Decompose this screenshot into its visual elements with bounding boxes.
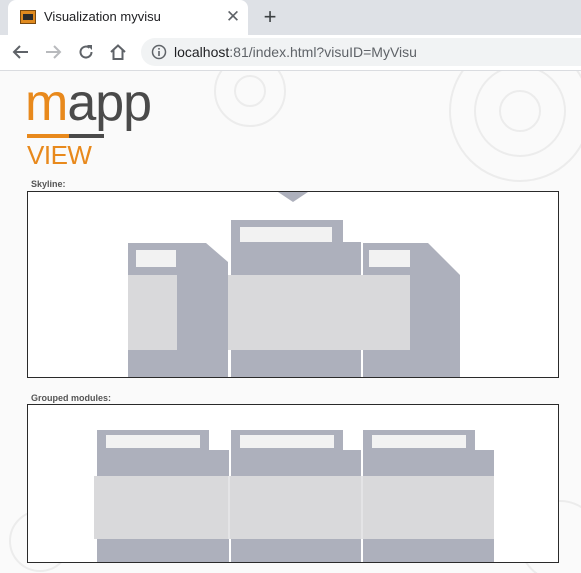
address-bar[interactable]: localhost:81/index.html?visuID=MyVisu <box>141 38 581 66</box>
skyline-overlay-center <box>228 275 410 350</box>
tab-strip: Visualization myvisu ✕ + <box>0 0 581 35</box>
close-icon[interactable]: ✕ <box>224 7 242 27</box>
url-host: localhost <box>174 44 230 60</box>
page-content: mapp VIEW Skyline: Grouped modules: <box>0 71 581 573</box>
skyline-module-center-slot <box>240 227 332 242</box>
browser-toolbar: localhost:81/index.html?visuID=MyVisu <box>0 35 581 71</box>
logo-view: VIEW <box>27 140 92 170</box>
grouped-modules-label: Grouped modules: <box>31 393 112 403</box>
logo-underline-gray <box>69 134 104 138</box>
url-path: :81/index.html?visuID=MyVisu <box>229 44 417 60</box>
skyline-panel <box>27 191 559 378</box>
info-icon[interactable] <box>151 44 167 60</box>
skyline-label: Skyline: <box>31 179 66 189</box>
skyline-overlay-left <box>128 275 177 350</box>
back-arrow-icon <box>12 45 28 59</box>
tab-title: Visualization myvisu <box>44 9 161 24</box>
url-text[interactable]: localhost:81/index.html?visuID=MyVisu <box>174 44 417 60</box>
skyline-drawing <box>128 192 460 377</box>
forward-button[interactable] <box>40 39 66 65</box>
reload-icon <box>79 45 93 59</box>
logo-m: m <box>25 74 68 132</box>
home-button[interactable] <box>105 39 131 65</box>
grouped-modules-overlay <box>94 476 494 539</box>
skyline-module-right-slot <box>369 250 410 267</box>
back-button[interactable] <box>8 39 34 65</box>
plus-icon[interactable]: + <box>259 5 281 29</box>
favicon-icon <box>20 10 36 24</box>
skyline-top-marker <box>278 192 308 202</box>
grouped-modules-drawing <box>94 430 494 562</box>
skyline-module-left-slot <box>136 250 176 267</box>
logo-app: app <box>67 74 152 132</box>
forward-arrow-icon <box>46 45 62 59</box>
logo-underline-orange <box>27 134 69 138</box>
browser-tab[interactable]: Visualization myvisu ✕ <box>8 0 248 35</box>
mapp-logo: mapp <box>25 74 152 132</box>
grouped-modules-panel <box>27 404 559 563</box>
home-icon <box>110 44 126 60</box>
reload-button[interactable] <box>73 39 99 65</box>
